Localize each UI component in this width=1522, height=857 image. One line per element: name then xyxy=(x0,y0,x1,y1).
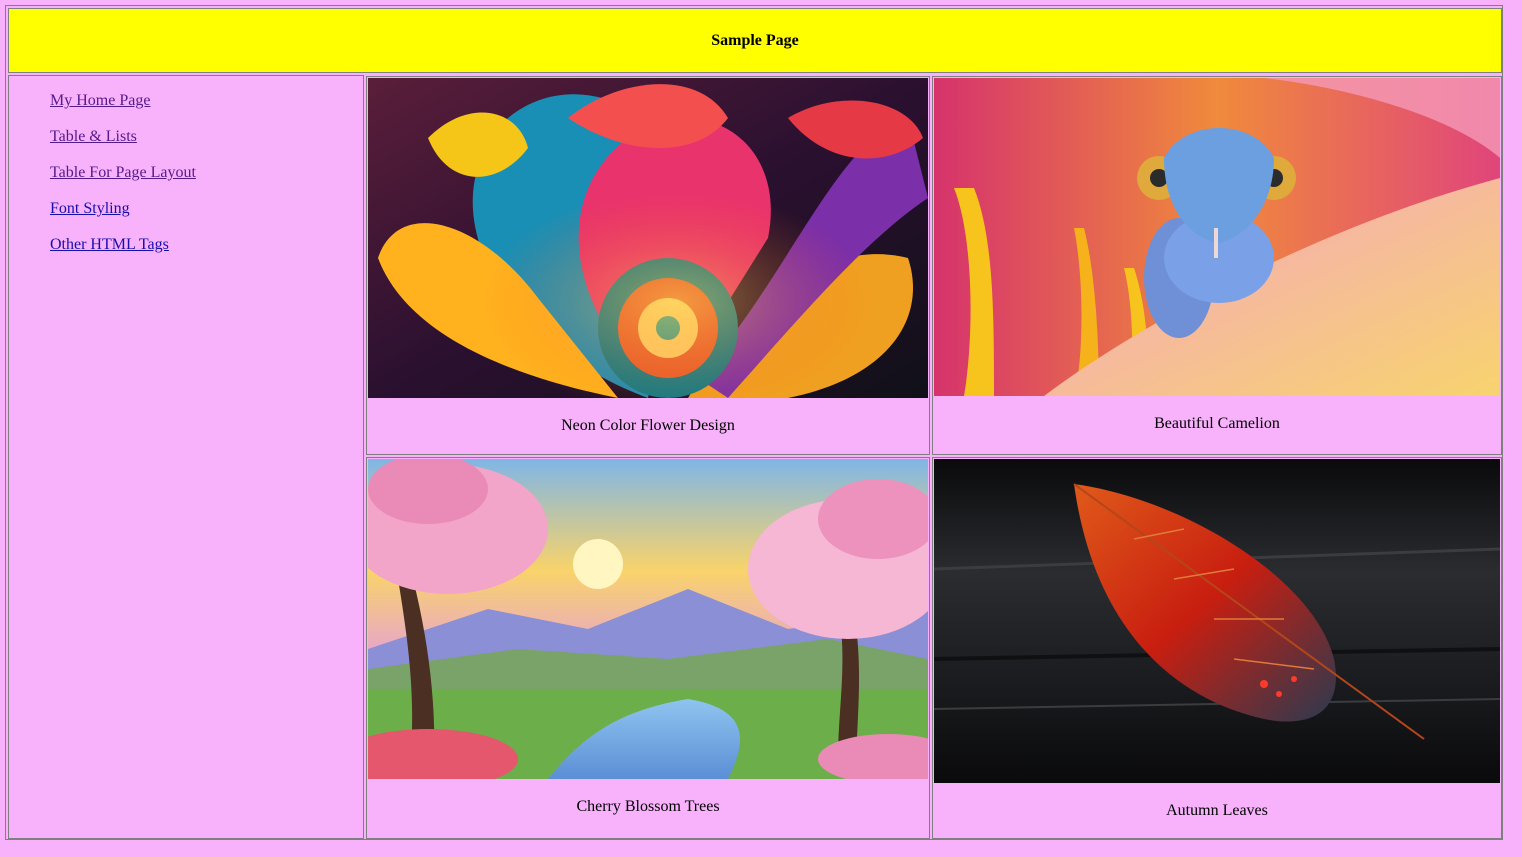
nav-item-table-layout: Table For Page Layout xyxy=(50,164,363,200)
link-table-lists[interactable]: Table & Lists xyxy=(50,128,137,145)
sidebar-nav: My Home Page Table & Lists Table For Pag… xyxy=(8,75,364,839)
chameleon-image xyxy=(934,78,1500,396)
caption-cherry-blossom: Cherry Blossom Trees xyxy=(576,798,720,815)
nav-item-other-tags: Other HTML Tags xyxy=(50,236,363,272)
nav-list: My Home Page Table & Lists Table For Pag… xyxy=(9,76,363,272)
layout-table: Sample Page My Home Page Table & Lists T… xyxy=(5,5,1503,840)
link-table-for-page-layout[interactable]: Table For Page Layout xyxy=(50,164,196,181)
nav-item-table-lists: Table & Lists xyxy=(50,128,363,164)
gallery-cell-chameleon: Beautiful Camelion xyxy=(932,76,1502,455)
gallery-cell-neon-flower: Neon Color Flower Design xyxy=(366,76,930,455)
gallery-cell-autumn-leaves: Autumn Leaves xyxy=(932,457,1502,839)
link-my-home-page[interactable]: My Home Page xyxy=(50,92,150,109)
nav-item-font-styling: Font Styling xyxy=(50,200,363,236)
link-other-html-tags[interactable]: Other HTML Tags xyxy=(50,236,169,253)
page-header: Sample Page xyxy=(8,8,1502,73)
caption-neon-flower: Neon Color Flower Design xyxy=(561,417,735,434)
link-font-styling[interactable]: Font Styling xyxy=(50,200,130,217)
caption-chameleon: Beautiful Camelion xyxy=(1154,415,1280,432)
autumn-leaf-image xyxy=(934,459,1500,783)
caption-autumn-leaves: Autumn Leaves xyxy=(1166,802,1268,819)
gallery-cell-cherry-blossom: Cherry Blossom Trees xyxy=(366,457,930,839)
neon-flower-image xyxy=(368,78,928,398)
page-title: Sample Page xyxy=(711,31,799,49)
cherry-blossom-image xyxy=(368,459,928,779)
nav-item-home: My Home Page xyxy=(50,92,363,128)
